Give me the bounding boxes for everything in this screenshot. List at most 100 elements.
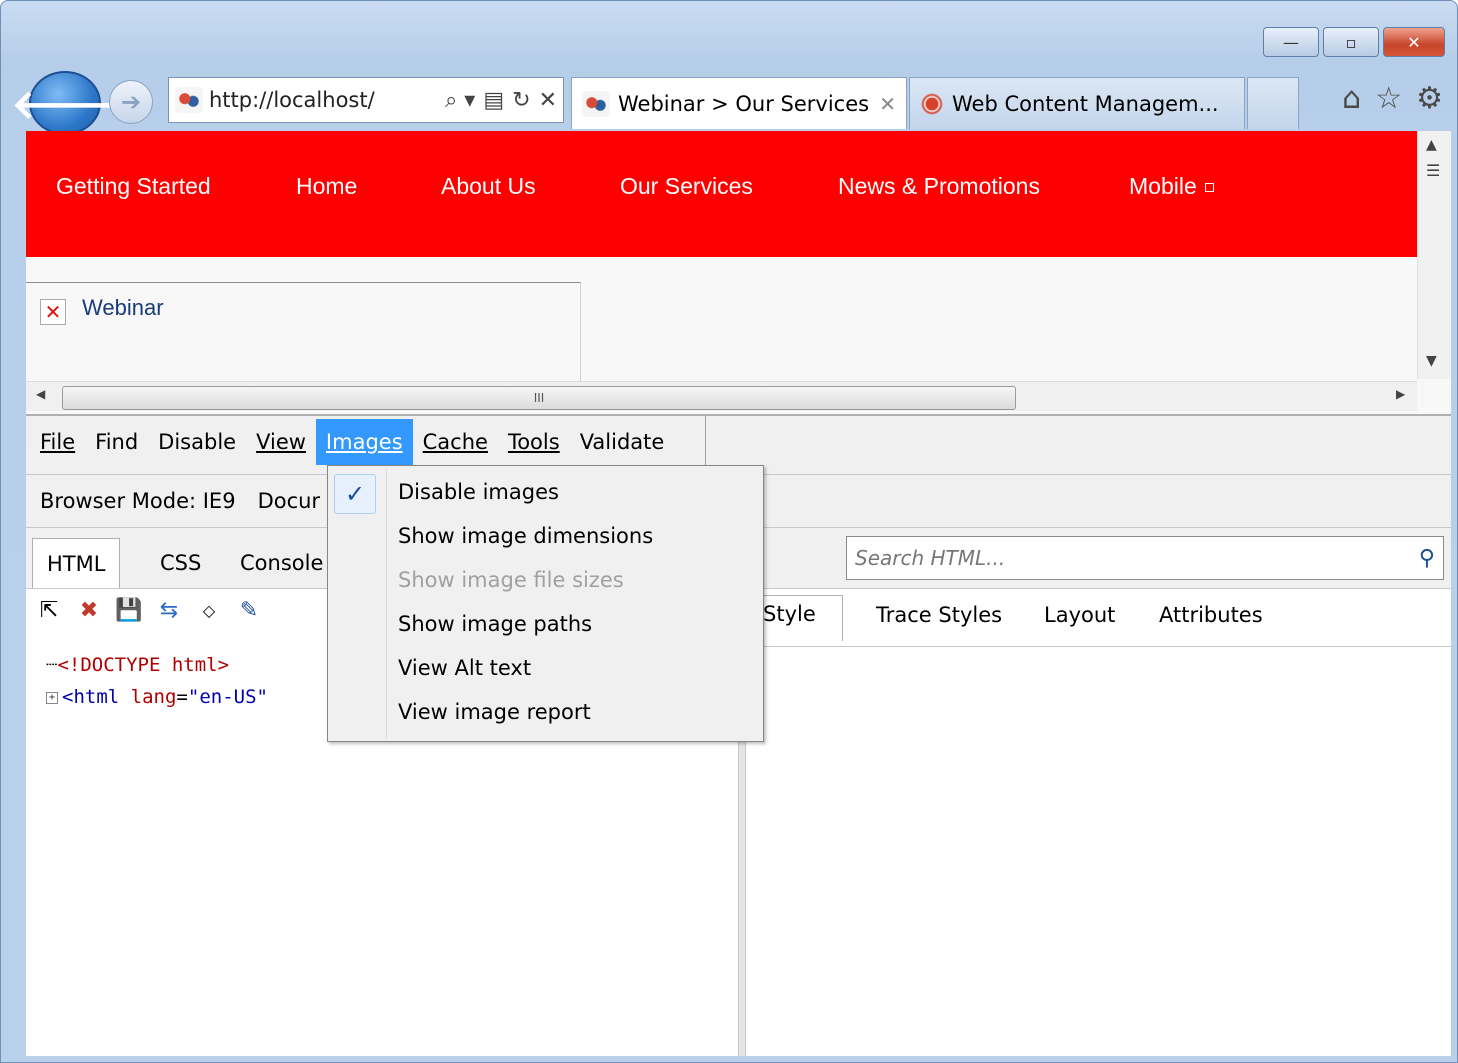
nav-link-news-promotions[interactable]: News & Promotions <box>838 173 1040 200</box>
close-window-button[interactable]: ✕ <box>1383 27 1445 57</box>
expand-icon[interactable]: + <box>46 691 58 704</box>
menu-cache-label: Cache <box>422 430 488 454</box>
menu-validate-label: Validate <box>579 430 665 454</box>
site-favicon-icon <box>582 90 610 117</box>
compatibility-view-icon[interactable]: ▤ <box>483 88 504 113</box>
doctype-text: <!DOCTYPE html> <box>57 654 230 676</box>
nav-link-about-us[interactable]: About Us <box>441 173 536 200</box>
site-favicon-icon <box>175 87 203 113</box>
menu-images-label: Images <box>325 430 403 454</box>
vertical-scrollbar[interactable]: ▲ ☰ ▼ <box>1417 131 1451 379</box>
favorites-star-icon[interactable]: ☆ <box>1375 81 1402 116</box>
webinar-link[interactable]: Webinar <box>82 295 164 321</box>
horizontal-scroll-thumb[interactable]: III <box>62 386 1016 410</box>
menu-tools-label: Tools <box>507 430 560 454</box>
menu-images[interactable]: Images <box>315 419 413 465</box>
address-tools: ⌕ ▾ ▤ ↻ ✕ <box>445 88 557 113</box>
dom-tree: ┈<!DOCTYPE html> + <html lang="en-US" <box>46 649 268 713</box>
scroll-up-icon[interactable]: ▲ <box>1426 137 1437 153</box>
menu-view-label: View <box>256 430 306 454</box>
clear-highlight-icon[interactable]: ✖ <box>76 597 102 623</box>
nav-link-mobile-label: Mobile <box>1129 173 1197 199</box>
tab-layout[interactable]: Layout <box>1044 603 1115 627</box>
scroll-down-icon[interactable]: ▼ <box>1426 353 1437 369</box>
tab-html[interactable]: HTML <box>32 538 121 588</box>
tab-webinar[interactable]: Webinar > Our Services ✕ <box>571 77 907 129</box>
home-icon[interactable]: ⌂ <box>1342 81 1361 116</box>
dropdown-box-icon <box>1204 183 1214 193</box>
page-viewport: Getting Started Home About Us Our Servic… <box>26 131 1451 414</box>
site-favicon-icon <box>920 91 944 116</box>
search-html-input[interactable] <box>855 546 1419 570</box>
tab-web-content-management[interactable]: Web Content Managem... <box>909 77 1245 129</box>
menu-tools[interactable]: Tools <box>498 419 570 465</box>
refresh-dom-icon[interactable]: ⇆ <box>156 597 182 623</box>
select-element-icon[interactable]: ⇱ <box>36 597 62 623</box>
menu-cache[interactable]: Cache <box>413 419 498 465</box>
settings-gear-icon[interactable]: ⚙ <box>1416 81 1443 116</box>
scroll-thumb-grip-icon[interactable]: ☰ <box>1426 161 1440 180</box>
checkmark-icon: ✓ <box>334 474 376 514</box>
html-eq-text: = <box>176 686 188 708</box>
browser-window: — ▫ ✕ 🡐 ➔ http://localhost/ ⌕ ▾ ▤ ↻ ✕ We… <box>0 0 1458 1063</box>
menu-validate[interactable]: Validate <box>570 419 675 465</box>
tab-console[interactable]: Console <box>226 538 337 588</box>
menu-disable-label: Disable <box>158 430 237 454</box>
search-html-box: ⚲ <box>846 536 1444 580</box>
scroll-right-icon[interactable]: ▶ <box>1396 387 1405 401</box>
tab-css[interactable]: CSS <box>146 538 215 588</box>
tree-node-html[interactable]: + <html lang="en-US" <box>46 681 268 713</box>
save-icon[interactable]: 💾 <box>115 597 142 623</box>
tab-title: Webinar > Our Services <box>618 91 870 116</box>
menu-item-show-image-file-sizes: Show image file sizes <box>398 568 624 592</box>
browser-toolbar-icons: ⌂ ☆ ⚙ <box>1342 81 1443 116</box>
nav-link-mobile[interactable]: Mobile <box>1129 173 1214 200</box>
new-tab-button[interactable] <box>1247 77 1299 129</box>
document-mode-selector[interactable]: Docur <box>258 489 321 513</box>
style-pane: Style Trace Styles Layout Attributes <box>746 588 1451 1056</box>
html-toolbar: ⇱ ✖ 💾 ⇆ ◇ ✎ <box>36 597 262 623</box>
html-val-text: "en-US" <box>187 686 268 708</box>
minimize-button[interactable]: — <box>1263 27 1319 57</box>
restore-button[interactable]: ▫ <box>1323 27 1379 57</box>
tab-attributes[interactable]: Attributes <box>1159 603 1263 627</box>
address-bar[interactable]: http://localhost/ ⌕ ▾ ▤ ↻ ✕ <box>168 77 564 123</box>
tab-close-icon[interactable]: ✕ <box>879 92 896 116</box>
window-caption-buttons: — ▫ ✕ <box>1263 27 1445 57</box>
broken-image-icon: ✕ <box>40 299 66 325</box>
word-wrap-icon[interactable]: ◇ <box>196 597 222 623</box>
devtools-menubar: File Find Disable View Images Cache Tool… <box>26 416 706 468</box>
menu-item-show-image-paths[interactable]: Show image paths <box>398 612 592 636</box>
forward-button[interactable]: ➔ <box>109 80 153 124</box>
site-navigation-bar: Getting Started Home About Us Our Servic… <box>26 131 1417 257</box>
stop-icon[interactable]: ✕ <box>539 88 557 113</box>
horizontal-scrollbar[interactable]: ◀ III ▶ <box>26 381 1417 411</box>
menu-gutter <box>386 470 387 738</box>
tree-node-doctype[interactable]: ┈<!DOCTYPE html> <box>46 649 268 681</box>
menu-item-view-image-report[interactable]: View image report <box>398 700 591 724</box>
tab-trace-styles[interactable]: Trace Styles <box>876 603 1002 627</box>
html-tag-text: <html <box>62 686 120 708</box>
menu-find[interactable]: Find <box>85 419 148 465</box>
nav-link-our-services[interactable]: Our Services <box>620 173 753 200</box>
images-menu-dropdown: ✓ Disable images Show image dimensions S… <box>327 465 764 742</box>
html-attr-text: lang <box>130 686 177 708</box>
search-icon[interactable]: ⚲ <box>1419 546 1435 571</box>
menu-item-disable-images[interactable]: Disable images <box>398 480 559 504</box>
search-dropdown-icon[interactable]: ⌕ ▾ <box>445 88 475 113</box>
menu-item-show-image-dimensions[interactable]: Show image dimensions <box>398 524 653 548</box>
back-button[interactable]: 🡐 <box>11 71 119 135</box>
menu-disable[interactable]: Disable <box>148 419 246 465</box>
address-text[interactable]: http://localhost/ <box>209 88 375 112</box>
menu-file-label: File <box>40 430 76 454</box>
browser-mode-selector[interactable]: Browser Mode: IE9 <box>40 489 236 513</box>
menu-item-view-alt-text[interactable]: View Alt text <box>398 656 531 680</box>
nav-link-getting-started[interactable]: Getting Started <box>56 173 211 200</box>
refresh-icon[interactable]: ↻ <box>512 88 530 113</box>
scroll-left-icon[interactable]: ◀ <box>36 387 45 401</box>
menu-view[interactable]: View <box>246 419 316 465</box>
menu-file[interactable]: File <box>30 419 85 465</box>
edit-icon[interactable]: ✎ <box>236 597 262 623</box>
style-subtabs: Style Trace Styles Layout Attributes <box>746 589 1451 647</box>
nav-link-home[interactable]: Home <box>296 173 357 200</box>
